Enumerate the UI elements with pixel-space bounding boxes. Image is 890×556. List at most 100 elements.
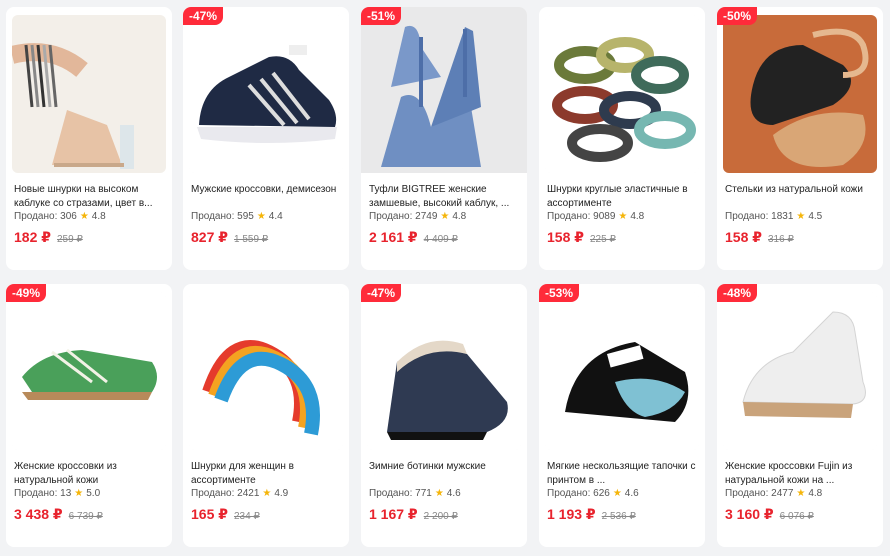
- laces-bundle-icon: [545, 15, 699, 173]
- product-image[interactable]: [545, 15, 699, 173]
- price: 2 161 ₽: [369, 229, 418, 245]
- price: 827 ₽: [191, 229, 228, 245]
- old-price: 6 739 ₽: [68, 511, 103, 522]
- discount-badge: -48%: [717, 284, 758, 302]
- product-meta: Продано: 9089 ★ 4.8: [547, 211, 644, 222]
- rating: 4.8: [452, 211, 467, 222]
- star-icon: ★: [434, 488, 444, 499]
- old-price: 4 409 ₽: [423, 234, 458, 245]
- product-image[interactable]: [189, 292, 343, 450]
- product-card[interactable]: Шнурки круглые эластичные в ассортименте…: [539, 7, 705, 270]
- price: 165 ₽: [191, 506, 228, 522]
- star-icon: ★: [440, 211, 450, 222]
- rating: 4.6: [446, 488, 461, 499]
- rating: 4.4: [268, 211, 283, 222]
- product-card[interactable]: -53% Мягкие нескользящие тапочки с принт…: [539, 284, 705, 547]
- product-meta: Продано: 2421 ★ 4.9: [191, 488, 288, 499]
- star-icon: ★: [256, 211, 266, 222]
- winter-boot-icon: [367, 292, 521, 450]
- price-row: 827 ₽ 1 559 ₽: [191, 229, 268, 246]
- price: 1 167 ₽: [369, 506, 418, 522]
- product-meta: Продано: 595 ★ 4.4: [191, 211, 283, 222]
- sold-count: Продано: 13: [14, 488, 72, 499]
- product-image[interactable]: [12, 15, 166, 173]
- product-card[interactable]: -49% Женские кроссовки из натуральной ко…: [6, 284, 172, 547]
- product-card[interactable]: -47% Зимние ботинки мужские Продано: 771…: [361, 284, 527, 547]
- product-card[interactable]: -51% Туфли BIGTREE женские замшевые, выс…: [361, 7, 527, 270]
- product-title[interactable]: Шнурки для женщин в ассортименте: [191, 460, 343, 488]
- product-title[interactable]: Стельки из натуральной кожи: [725, 183, 877, 211]
- product-image[interactable]: [361, 7, 527, 173]
- product-title[interactable]: Туфли BIGTREE женские замшевые, высокий …: [369, 183, 521, 211]
- product-title[interactable]: Зимние ботинки мужские: [369, 460, 521, 488]
- product-title[interactable]: Новые шнурки на высоком каблуке со страз…: [14, 183, 166, 211]
- price-row: 182 ₽ 259 ₽: [14, 229, 83, 246]
- product-title[interactable]: Женские кроссовки Fujin из натуральной к…: [725, 460, 877, 488]
- sold-count: Продано: 2421: [191, 488, 260, 499]
- product-image[interactable]: [723, 292, 877, 450]
- old-price: 6 076 ₽: [779, 511, 814, 522]
- product-meta: Продано: 626 ★ 4.6: [547, 488, 639, 499]
- price: 1 193 ₽: [547, 506, 596, 522]
- product-card[interactable]: Шнурки для женщин в ассортименте Продано…: [183, 284, 349, 547]
- discount-badge: -51%: [361, 7, 402, 25]
- discount-badge: -53%: [539, 284, 580, 302]
- old-price: 316 ₽: [768, 234, 794, 245]
- star-icon: ★: [79, 211, 89, 222]
- sold-count: Продано: 306: [14, 211, 77, 222]
- product-image[interactable]: [545, 292, 699, 450]
- product-meta: Продано: 2749 ★ 4.8: [369, 211, 466, 222]
- sold-count: Продано: 1831: [725, 211, 794, 222]
- rating: 4.8: [808, 488, 823, 499]
- product-card[interactable]: -48% Женские кроссовки Fujin из натураль…: [717, 284, 883, 547]
- sold-count: Продано: 595: [191, 211, 254, 222]
- product-meta: Продано: 1831 ★ 4.5: [725, 211, 822, 222]
- product-meta: Продано: 306 ★ 4.8: [14, 211, 106, 222]
- product-meta: Продано: 13 ★ 5.0: [14, 488, 100, 499]
- old-price: 2 200 ₽: [423, 511, 458, 522]
- insole-icon: [723, 15, 877, 173]
- product-title[interactable]: Мягкие нескользящие тапочки с принтом в …: [547, 460, 699, 488]
- old-price: 259 ₽: [57, 234, 83, 245]
- rating: 5.0: [86, 488, 101, 499]
- product-card[interactable]: Новые шнурки на высоком каблуке со страз…: [6, 7, 172, 270]
- product-image[interactable]: [12, 292, 166, 450]
- slipper-icon: [545, 292, 699, 450]
- price-row: 1 193 ₽ 2 536 ₽: [547, 506, 636, 523]
- product-meta: Продано: 2477 ★ 4.8: [725, 488, 822, 499]
- price-row: 1 167 ₽ 2 200 ₽: [369, 506, 458, 523]
- product-image[interactable]: [189, 15, 343, 173]
- product-title[interactable]: Шнурки круглые эластичные в ассортименте: [547, 183, 699, 211]
- discount-badge: -50%: [717, 7, 758, 25]
- star-icon: ★: [262, 488, 272, 499]
- old-price: 225 ₽: [590, 234, 616, 245]
- star-icon: ★: [612, 488, 622, 499]
- green-sneaker-icon: [12, 292, 166, 450]
- price: 182 ₽: [14, 229, 51, 245]
- price-row: 165 ₽ 234 ₽: [191, 506, 260, 523]
- product-image[interactable]: [723, 15, 877, 173]
- sold-count: Продано: 2749: [369, 211, 438, 222]
- product-title[interactable]: Мужские кроссовки, демисезон: [191, 183, 343, 211]
- product-card[interactable]: -50% Стельки из натуральной кожи Продано…: [717, 7, 883, 270]
- star-icon: ★: [796, 211, 806, 222]
- high-heel-icon: [361, 7, 527, 173]
- rainbow-lace-icon: [189, 292, 343, 450]
- price-row: 2 161 ₽ 4 409 ₽: [369, 229, 458, 246]
- old-price: 1 559 ₽: [234, 234, 269, 245]
- rating: 4.8: [91, 211, 106, 222]
- sold-count: Продано: 9089: [547, 211, 616, 222]
- product-grid: Новые шнурки на высоком каблуке со страз…: [0, 0, 890, 556]
- sneaker-icon: [189, 15, 343, 173]
- product-image[interactable]: [367, 292, 521, 450]
- product-title[interactable]: Женские кроссовки из натуральной кожи: [14, 460, 166, 488]
- discount-badge: -47%: [183, 7, 224, 25]
- price-row: 158 ₽ 316 ₽: [725, 229, 794, 246]
- product-card[interactable]: -47% Мужские кроссовки, демисезон Продан…: [183, 7, 349, 270]
- rating: 4.5: [808, 211, 823, 222]
- sold-count: Продано: 2477: [725, 488, 794, 499]
- rating: 4.6: [624, 488, 639, 499]
- discount-badge: -47%: [361, 284, 402, 302]
- price: 158 ₽: [547, 229, 584, 245]
- star-icon: ★: [74, 488, 84, 499]
